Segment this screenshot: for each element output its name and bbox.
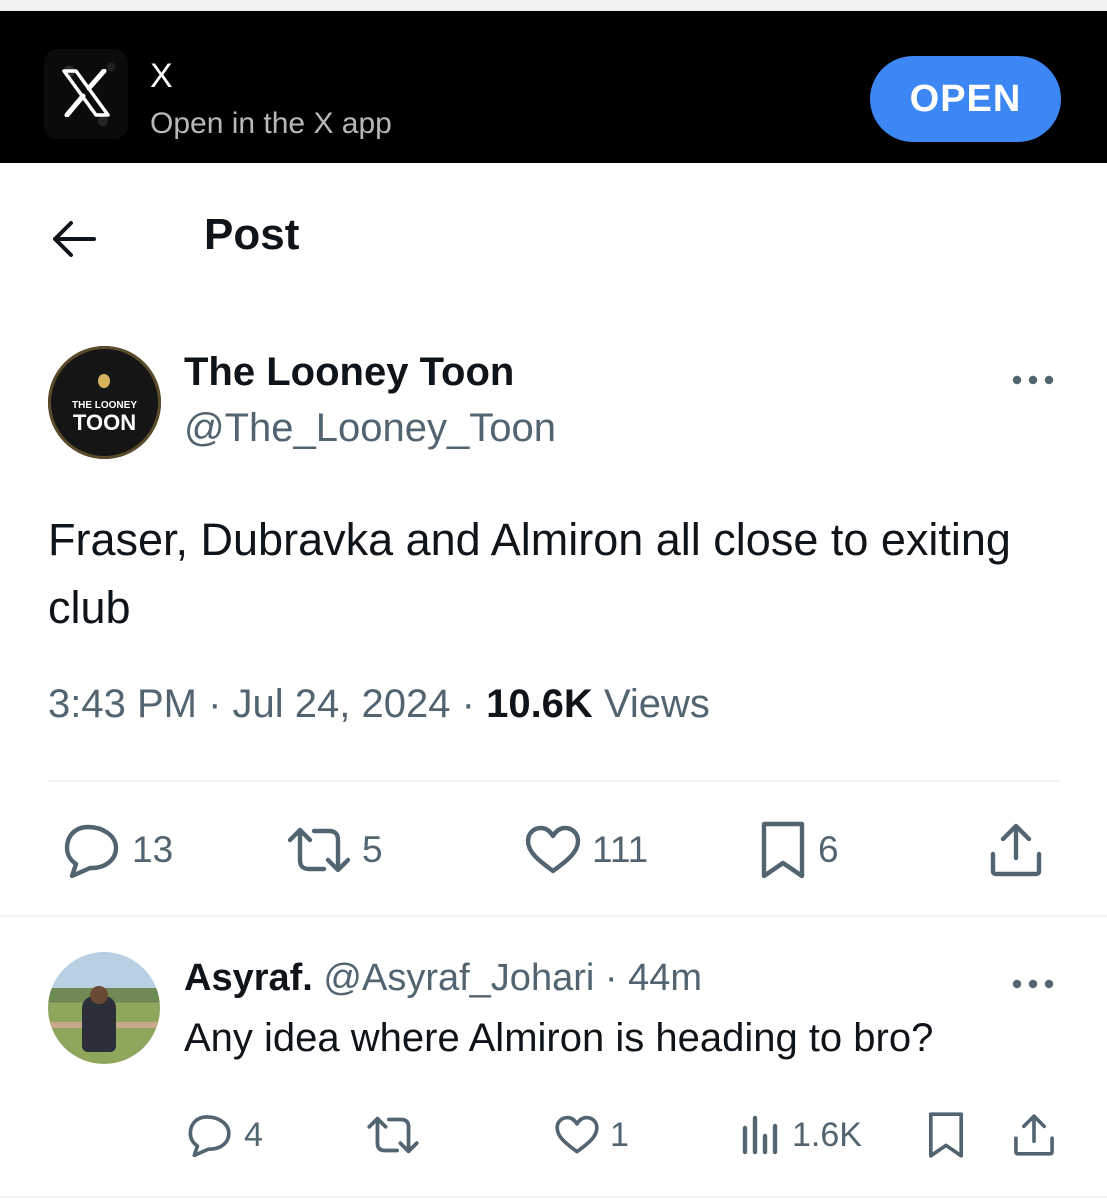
reply-button[interactable]: 13 xyxy=(62,818,173,882)
share-button[interactable] xyxy=(988,818,1044,882)
bookmark-icon xyxy=(928,1112,964,1158)
reply-handle[interactable]: @Asyraf_Johari xyxy=(323,957,594,999)
post-text: Fraser, Dubravka and Almiron all close t… xyxy=(48,514,1011,633)
post-more-button[interactable] xyxy=(1012,372,1054,390)
reply-bookmark-button[interactable] xyxy=(926,1110,966,1160)
reply-views-count: 1.6K xyxy=(792,1115,862,1154)
like-button[interactable]: 111 xyxy=(524,818,648,882)
repost-icon xyxy=(367,1116,419,1154)
avatar-text-large: TOON xyxy=(72,410,137,435)
share-icon xyxy=(990,823,1042,877)
x-app-icon xyxy=(44,49,128,139)
reply-reply-count: 4 xyxy=(244,1115,263,1154)
views-count: 10.6K xyxy=(486,682,593,726)
arrow-left-icon xyxy=(53,221,96,257)
reply-time[interactable]: 44m xyxy=(628,957,702,999)
divider xyxy=(0,915,1107,917)
repost-button[interactable]: 5 xyxy=(286,818,383,882)
divider xyxy=(0,1196,1107,1198)
repost-icon xyxy=(287,827,351,873)
reply-separator: · xyxy=(604,957,618,999)
page-title: Post xyxy=(204,210,300,259)
speech-bubble-icon xyxy=(188,1115,231,1157)
reply-like-button[interactable]: 1 xyxy=(554,1110,629,1160)
reply-avatar[interactable] xyxy=(48,952,160,1064)
post-meta: 3:43 PM · Jul 24, 2024 · 10.6K Views xyxy=(48,682,710,727)
bookmark-count: 6 xyxy=(818,829,839,870)
avatar-logo-mark xyxy=(98,374,110,388)
heart-icon xyxy=(555,1115,599,1154)
author-avatar[interactable]: THE LOONEY TOON xyxy=(48,346,161,459)
more-horizontal-icon xyxy=(1012,979,1054,989)
app-subtitle: Open in the X app xyxy=(150,107,392,140)
post-date[interactable]: Jul 24, 2024 xyxy=(233,682,451,726)
post-time[interactable]: 3:43 PM xyxy=(48,682,197,726)
reply-text: Any idea where Almiron is heading to bro… xyxy=(184,1016,934,1060)
views-label: Views xyxy=(603,682,710,726)
avatar-photo-figure xyxy=(82,996,116,1052)
reply-share-button[interactable] xyxy=(1012,1110,1056,1160)
share-icon xyxy=(1014,1114,1054,1156)
more-horizontal-icon xyxy=(1012,375,1054,385)
open-app-button[interactable]: OPEN xyxy=(870,56,1061,142)
bar-chart-icon xyxy=(742,1115,778,1155)
speech-bubble-icon xyxy=(64,824,119,878)
reply-count: 13 xyxy=(132,829,174,870)
divider xyxy=(48,780,1059,782)
app-name: X xyxy=(150,57,173,95)
bookmark-button[interactable]: 6 xyxy=(758,818,839,882)
reply-views-button[interactable]: 1.6K xyxy=(740,1110,862,1160)
heart-icon xyxy=(525,825,581,874)
reply-display-name[interactable]: Asyraf. xyxy=(184,957,313,999)
author-display-name[interactable]: The Looney Toon xyxy=(184,350,514,395)
repost-count: 5 xyxy=(362,829,383,870)
reply-header: Asyraf. @Asyraf_Johari · 44m xyxy=(184,957,702,1000)
meta-separator: · xyxy=(461,682,475,726)
app-banner: X Open in the X app OPEN xyxy=(0,11,1107,163)
reply-more-button[interactable] xyxy=(1012,976,1054,994)
meta-separator: · xyxy=(208,682,222,726)
back-button[interactable] xyxy=(50,216,96,267)
like-count: 111 xyxy=(592,829,649,870)
reply-repost-button[interactable] xyxy=(366,1110,420,1160)
reply-reply-button[interactable]: 4 xyxy=(186,1110,263,1160)
author-handle[interactable]: @The_Looney_Toon xyxy=(184,406,556,451)
bookmark-icon xyxy=(761,821,805,879)
top-gap xyxy=(0,0,1107,11)
reply-like-count: 1 xyxy=(610,1115,629,1154)
avatar-photo-head xyxy=(90,986,108,1004)
